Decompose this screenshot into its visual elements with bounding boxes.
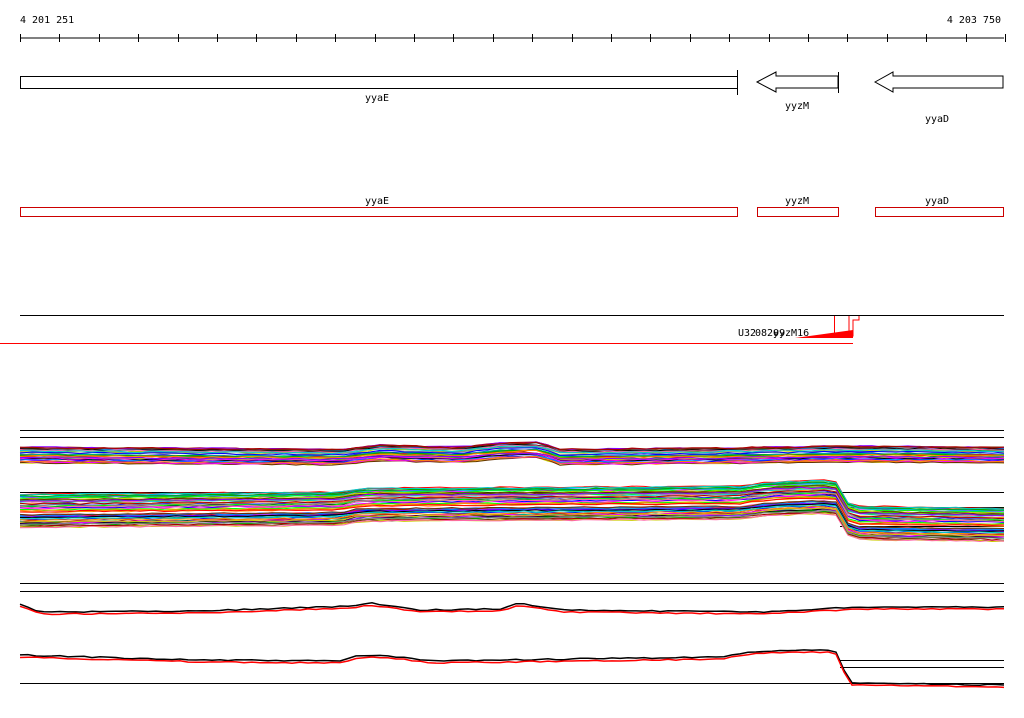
summary-line-bottom: [19, 650, 1005, 689]
expression-lines-top: [19, 441, 1005, 466]
gene-yyad-label: yyaD: [925, 114, 949, 125]
summary-panel: [19, 583, 1005, 689]
coordinate-ruler: 4 201 251 4 203 750: [20, 15, 1006, 42]
annotation-yyzm-label: yyzM: [785, 196, 809, 207]
annotation-yyzm-box[interactable]: [757, 207, 839, 217]
annotation-yyae-box[interactable]: [20, 207, 738, 217]
ruler-start-label: 4 201 251: [20, 15, 74, 26]
gene-yyae-label: yyaE: [365, 93, 389, 104]
expression-panel-middle: [19, 479, 1005, 543]
genome-browser-view: 4 201 251 4 203 750 yyaE yyzM yyaD yyaE …: [0, 0, 1024, 714]
annotation-yyad-box[interactable]: [875, 207, 1004, 217]
genome-browser-canvas: 4 201 251 4 203 750 yyaE yyzM yyaD yyaE …: [0, 15, 1006, 689]
gene-yyad-arrow[interactable]: [873, 71, 1004, 93]
annotation-yyad-label: yyaD: [925, 196, 949, 207]
expression-lines-middle: [19, 479, 1005, 543]
gene-yyae-box[interactable]: [20, 76, 738, 89]
annotation-yyae-label: yyaE: [365, 196, 389, 207]
gene-yyzm-label: yyzM: [785, 101, 809, 112]
annotation-track: yyaE yyzM yyaD: [20, 196, 1004, 217]
gene-yyzm-arrow[interactable]: [755, 71, 839, 93]
ruler-end-label: 4 203 750: [947, 15, 1001, 26]
feature-track: U32 08209 yyzM16: [0, 315, 1004, 344]
feature-label-yyzm16: yyzM16: [773, 328, 809, 339]
gene-track: yyaE yyzM yyaD: [20, 70, 1004, 125]
expression-panel-top: [19, 430, 1005, 466]
feature-label-u32: U32: [738, 328, 756, 339]
summary-lines: [19, 602, 1005, 689]
